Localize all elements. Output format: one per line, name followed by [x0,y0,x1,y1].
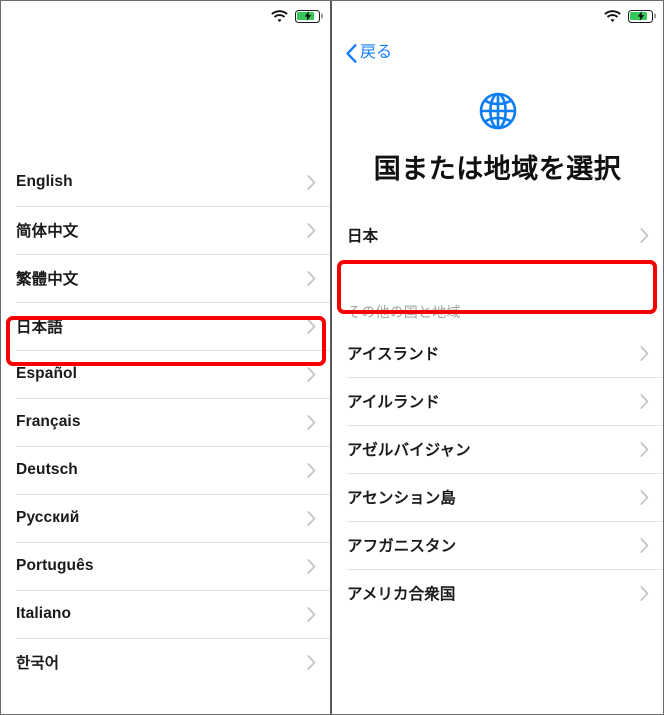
language-label: 한국어 [16,655,60,672]
battery-charging-icon [295,9,320,23]
language-label: Deutsch [16,461,78,478]
country-label: アイルランド [347,394,440,411]
battery-charging-icon [628,9,653,23]
language-row-russian[interactable]: Русский [1,494,330,542]
language-label: 日本語 [16,319,63,336]
language-label: 简体中文 [16,223,79,240]
chevron-right-icon [307,606,316,622]
region-row-japan[interactable]: 日本 [332,211,663,259]
back-button[interactable]: 戻る [342,42,396,65]
selected-region-list: 日本 [332,211,663,259]
region-label: 日本 [347,228,379,245]
country-list: アイスランド アイルランド アゼルバイジャン アセンション島 アフガニスタン ア… [332,329,663,617]
language-label: Italiano [16,605,72,622]
country-row-united-states[interactable]: アメリカ合衆国 [332,569,663,617]
status-bar-left [1,1,330,31]
wifi-icon [271,9,288,22]
region-hero: 国または地域を選択 [332,75,663,186]
charging-bolt-icon [304,11,311,21]
chevron-right-icon [307,222,316,238]
language-row-english[interactable]: English [1,158,330,206]
country-label: アセンション島 [347,490,456,507]
country-label: アメリカ合衆国 [347,586,456,603]
region-selection-panel: 戻る 国または地域を選択 日本 その他の国と地域 アイスランド アイルランド ア… [332,1,663,714]
language-row-german[interactable]: Deutsch [1,446,330,494]
chevron-right-icon [307,558,316,574]
chevron-right-icon [307,270,316,286]
back-button-label: 戻る [360,44,393,61]
chevron-right-icon [640,441,649,457]
country-label: アイスランド [347,346,440,363]
country-row-afghanistan[interactable]: アフガニスタン [332,521,663,569]
language-label: Русский [16,509,80,526]
chevron-right-icon [307,414,316,430]
country-label: アフガニスタン [347,538,457,555]
chevron-right-icon [640,345,649,361]
wifi-icon [604,9,621,22]
chevron-right-icon [307,318,316,334]
language-label: English [16,173,73,190]
globe-icon [479,92,516,130]
language-row-traditional-chinese[interactable]: 繁體中文 [1,254,330,302]
language-row-simplified-chinese[interactable]: 简体中文 [1,206,330,254]
language-list: English 简体中文 繁體中文 日本語 Español Français D… [1,158,330,686]
chevron-right-icon [307,174,316,190]
language-row-italian[interactable]: Italiano [1,590,330,638]
country-row-azerbaijan[interactable]: アゼルバイジャン [332,425,663,473]
chevron-right-icon [307,366,316,382]
language-row-portuguese[interactable]: Português [1,542,330,590]
language-label: Español [16,365,77,382]
chevron-right-icon [640,227,649,243]
chevron-right-icon [307,462,316,478]
setup-screenshot: English 简体中文 繁體中文 日本語 Español Français D… [0,0,664,715]
language-label: 繁體中文 [16,271,79,288]
language-list-top-spacer [1,31,330,158]
region-section-spacer [332,259,663,295]
chevron-right-icon [307,654,316,670]
language-row-japanese[interactable]: 日本語 [1,302,330,350]
chevron-right-icon [640,489,649,505]
language-row-korean[interactable]: 한국어 [1,638,330,686]
language-label: Português [16,557,94,574]
chevron-left-icon [346,43,357,63]
charging-bolt-icon [637,11,644,21]
country-row-ireland[interactable]: アイルランド [332,377,663,425]
chevron-right-icon [640,585,649,601]
language-selection-panel: English 简体中文 繁體中文 日本語 Español Français D… [1,1,332,714]
language-label: Français [16,413,81,430]
status-bar-right [332,1,663,31]
country-row-ascension-island[interactable]: アセンション島 [332,473,663,521]
chevron-right-icon [640,537,649,553]
chevron-right-icon [640,393,649,409]
page-title: 国または地域を選択 [373,154,622,184]
country-label: アゼルバイジャン [347,442,471,459]
section-header-other-regions: その他の国と地域 [347,304,461,320]
navigation-bar: 戻る [332,31,663,75]
hero-bottom-spacer [332,186,663,211]
language-row-french[interactable]: Français [1,398,330,446]
language-row-spanish[interactable]: Español [1,350,330,398]
country-row-iceland[interactable]: アイスランド [332,329,663,377]
chevron-right-icon [307,510,316,526]
